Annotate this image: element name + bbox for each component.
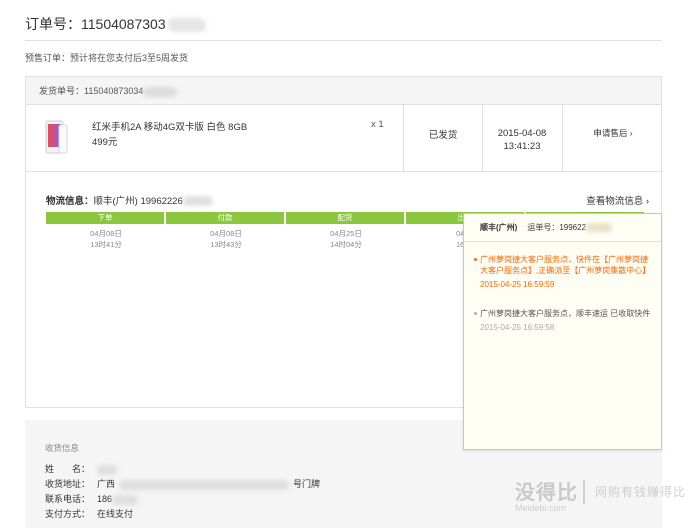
payment-method-row: 支付方式： 在线支付 xyxy=(45,507,133,520)
redacted-blur xyxy=(167,18,206,33)
progress-step-time: 04月08日 13时43分 xyxy=(166,228,286,250)
product-quantity: x 1 xyxy=(371,119,384,130)
step-time: 14时04分 xyxy=(330,240,362,249)
step-date: 04月25日 xyxy=(330,229,362,238)
popup-carrier: 顺丰(广州) xyxy=(480,223,518,232)
step-date: 04月08日 xyxy=(210,229,242,238)
watermark-divider xyxy=(583,480,585,504)
redacted-blur xyxy=(112,494,139,505)
popup-waybill: 199622 xyxy=(559,223,587,232)
redacted-blur xyxy=(182,196,213,207)
ship-datetime: 2015-04-08 13:41:23 xyxy=(482,127,562,153)
product-row: 红米手机2A 移动4G双卡版 白色 8GB 499元 x 1 已发货 2015-… xyxy=(26,105,661,172)
progress-step: 配货 xyxy=(286,212,404,224)
ship-date: 2015-04-08 xyxy=(497,128,547,139)
receiver-info-title: 收货信息 xyxy=(45,443,80,453)
redacted-blur xyxy=(97,464,117,475)
shipment-status: 已发货 xyxy=(428,130,458,141)
shipment-number: 115040873034 xyxy=(84,86,144,96)
popup-waybill-prefix: 运单号： xyxy=(527,223,560,232)
receiver-address-label: 收货地址： xyxy=(45,479,91,489)
progress-step-time: 04月25日 14时04分 xyxy=(286,228,406,250)
order-number-title: 订单号：11504087303 xyxy=(25,14,206,34)
logistics-info: 物流信息：顺丰(广州) 19962226 xyxy=(46,193,213,207)
product-name[interactable]: 红米手机2A 移动4G双卡版 白色 8GB xyxy=(92,119,247,133)
phone-thumbnail[interactable] xyxy=(44,119,68,155)
order-number: 11504087303 xyxy=(81,16,166,32)
progress-step: 下单 xyxy=(46,212,164,224)
logistics-carrier: 顺丰(广州) 19962226 xyxy=(93,196,183,207)
payment-method-value: 在线支付 xyxy=(97,509,134,519)
receiver-name-label: 姓 名： xyxy=(45,464,91,474)
receiver-phone-row: 联系电话： 186 xyxy=(45,492,139,505)
shipment-number-prefix: 发货单号： xyxy=(39,86,85,96)
watermark-slogan: 网购有钱赚得比 xyxy=(595,485,687,499)
receiver-phone-start: 186 xyxy=(97,494,113,504)
view-logistics-link[interactable]: 查看物流信息 › xyxy=(586,193,649,207)
step-time: 13时41分 xyxy=(90,240,122,249)
tracking-text: 广州萝岗捷大客户服务点，顺丰速运 已收取快件 xyxy=(480,309,651,318)
progress-step-time: 04月08日 13时41分 xyxy=(46,228,166,250)
tracking-time: 2015-04-25 16:59:58 xyxy=(480,323,555,332)
order-number-prefix: 订单号： xyxy=(25,16,81,32)
shipment-header: 发货单号：115040873034 xyxy=(26,77,661,105)
watermark-logo-text: 没得比 xyxy=(515,482,578,504)
title-divider xyxy=(25,40,662,41)
logistics-label: 物流信息： xyxy=(46,196,94,207)
product-price: 499元 xyxy=(92,137,118,148)
progress-step: 付款 xyxy=(166,212,284,224)
payment-method-label: 支付方式： xyxy=(45,509,91,519)
tracking-time: 2015-04-25 16:59:59 xyxy=(480,280,555,289)
apply-after-sale-link[interactable]: 申请售后 › xyxy=(563,127,663,139)
receiver-phone-label: 联系电话： xyxy=(45,494,91,504)
receiver-address-row: 收货地址： 广西 号门牌 xyxy=(45,477,320,490)
step-time: 13时43分 xyxy=(210,240,242,249)
redacted-blur xyxy=(143,86,178,97)
tracking-entry: 广州萝岗捷大客户服务点，顺丰速运 已收取快件 2015-04-25 16:59:… xyxy=(474,308,652,333)
step-date: 04月08日 xyxy=(90,229,122,238)
bullet-dot-icon xyxy=(474,312,477,315)
watermark-url: Meidebi.com xyxy=(515,503,567,513)
tracking-text: 广州萝岗捷大客户服务点，快件在【广州萝岗捷大客户服务点】,正确派至【广州萝岗集散… xyxy=(480,255,651,275)
receiver-name-row: 姓 名： xyxy=(45,462,117,475)
receiver-address-start: 广西 xyxy=(97,479,116,489)
redacted-blur xyxy=(119,479,290,490)
tracking-entry-latest: 广州萝岗捷大客户服务点，快件在【广州萝岗捷大客户服务点】,正确派至【广州萝岗集散… xyxy=(474,254,652,290)
bullet-dot-icon xyxy=(474,258,477,261)
logistics-popup: 顺丰(广州) 运单号：199622 广州萝岗捷大客户服务点，快件在【广州萝岗捷大客… xyxy=(463,213,662,450)
popup-header: 顺丰(广州) 运单号：199622 xyxy=(464,214,661,242)
receiver-address-end: 号门牌 xyxy=(293,479,321,489)
site-watermark: 没得比 网购有钱赚得比 Meidebi.com xyxy=(515,474,700,528)
ship-time: 13:41:23 xyxy=(503,141,541,152)
redacted-blur xyxy=(586,223,613,233)
presale-note: 预售订单：预计将在您支付后3至5周发货 xyxy=(25,53,189,63)
